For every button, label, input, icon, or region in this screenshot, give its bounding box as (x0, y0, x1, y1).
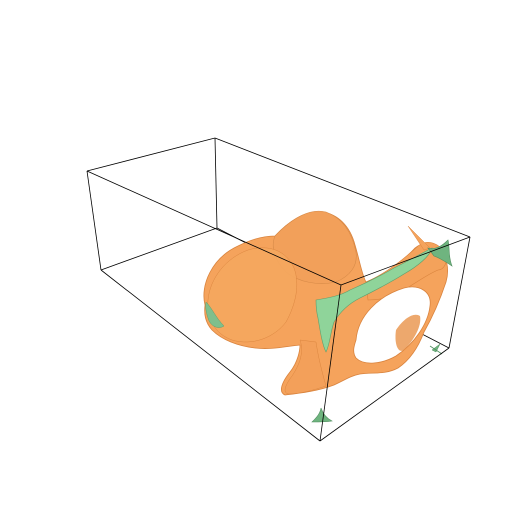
box-edge (448, 236, 471, 349)
scene-svg (86, 137, 471, 442)
render-viewport[interactable] (0, 0, 512, 512)
box-edge (214, 137, 218, 229)
cap-bottom-corner (311, 407, 333, 423)
box-edge (100, 227, 218, 271)
box-edge (86, 170, 102, 271)
box-edge (86, 137, 216, 172)
